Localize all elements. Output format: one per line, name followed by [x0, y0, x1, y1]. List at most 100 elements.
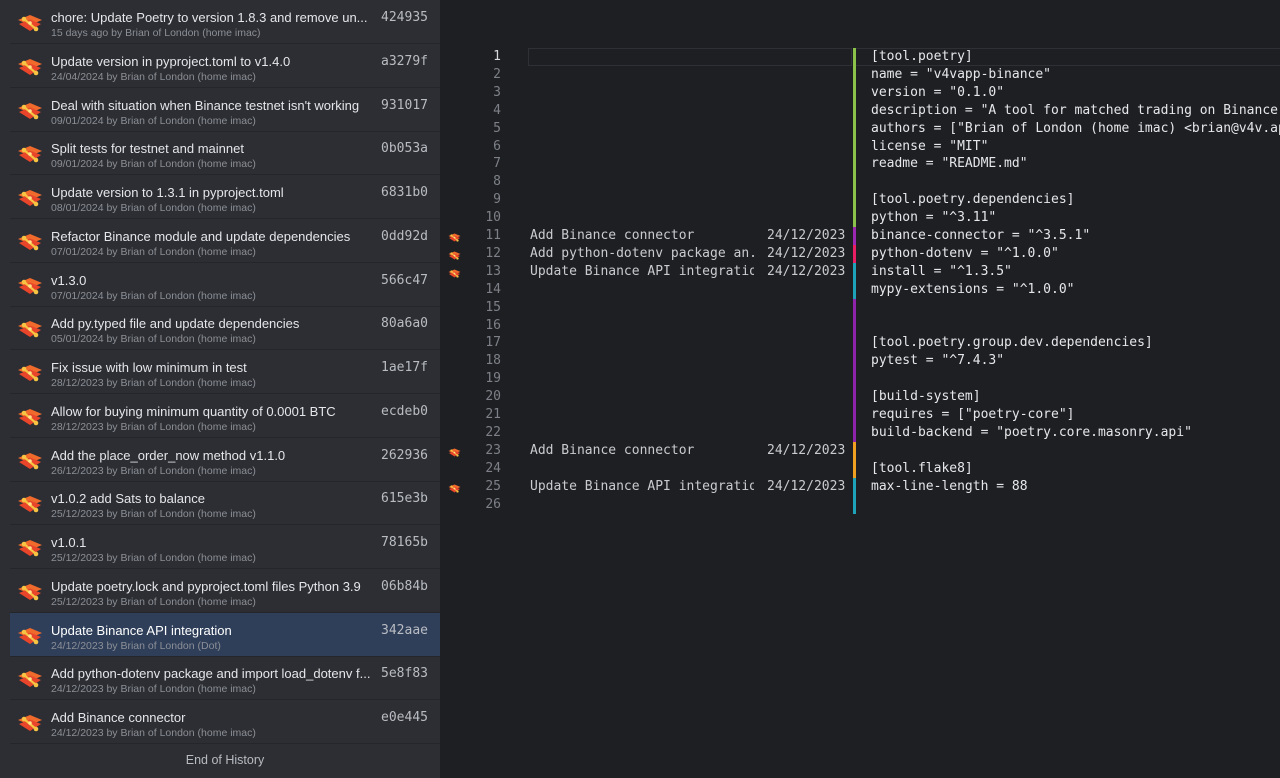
git-logo-icon [16, 406, 44, 428]
commit-message: v1.0.2 add Sats to balance [51, 491, 205, 507]
code-line[interactable]: 20 [build-system] [440, 388, 1280, 407]
code-line[interactable]: 23 Add Binance connector 24/12/2023 [440, 441, 1280, 460]
blame-message[interactable]: Update Binance API integration [530, 263, 754, 281]
commit-row[interactable]: Split tests for testnet and mainnet 09/01… [10, 131, 440, 176]
code-line[interactable]: 17 [tool.poetry.group.dev.dependencies] [440, 334, 1280, 353]
code-line[interactable]: 5 authors = ["Brian of London (home imac)… [440, 119, 1280, 138]
line-number: 7 [493, 156, 501, 172]
commit-row[interactable]: Update version to 1.3.1 in pyproject.tom… [10, 175, 440, 219]
blame-color-bar [853, 459, 856, 478]
line-number: 17 [485, 335, 501, 351]
commit-message: chore: Update Poetry to version 1.8.3 an… [51, 10, 368, 25]
commit-row[interactable]: v1.0.2 add Sats to balance 25/12/2023 by … [10, 481, 440, 526]
code-line[interactable]: 18 pytest = "^7.4.3" [440, 352, 1280, 371]
commit-row[interactable]: Update version in pyproject.toml to v1.4… [10, 44, 440, 88]
code-line[interactable]: 22 build-backend = "poetry.core.masonry.a… [440, 423, 1280, 442]
code-line[interactable]: 4 description = "A tool for matched tradi… [440, 101, 1280, 120]
code-text: python = "^3.11" [871, 210, 997, 226]
commit-sha: 78165b [381, 535, 428, 550]
commit-row[interactable]: Add the place_order_now method v1.1.0 26/… [10, 438, 440, 482]
code-line[interactable]: 25 Update Binance API integration 24/12/20… [440, 477, 1280, 496]
commit-row[interactable]: Deal with situation when Binance testnet… [10, 88, 440, 132]
code-line[interactable]: 12 Add python-dotenv package an... 24/12/2… [440, 244, 1280, 263]
line-number: 12 [485, 245, 501, 261]
commit-row[interactable]: Allow for buying minimum quantity of 0.0… [10, 394, 440, 438]
commit-sha: 615e3b [381, 491, 428, 507]
git-logo-icon [16, 537, 44, 559]
code-line[interactable]: 9 [tool.poetry.dependencies] [440, 191, 1280, 210]
commit-meta: 15 days ago by Brian of London (home ima… [51, 27, 261, 39]
blame-date: 24/12/2023 [767, 228, 846, 243]
code-line[interactable]: 8 [440, 173, 1280, 192]
git-logo-icon [16, 712, 44, 734]
blame-color-bar [853, 370, 856, 389]
code-line[interactable]: 24 [tool.flake8] [440, 459, 1280, 478]
line-number: 8 [493, 174, 501, 190]
commit-row[interactable]: Add Binance connector 24/12/2023 by Brian… [10, 700, 440, 744]
code-line[interactable]: 26 [440, 495, 1280, 514]
commit-meta: 26/12/2023 by Brian of London (home imac… [51, 464, 256, 477]
code-text: authors = ["Brian of London (home imac) … [871, 120, 1280, 136]
blame-message[interactable]: Add Binance connector [530, 442, 754, 460]
git-logo-icon [16, 100, 44, 122]
code-line[interactable]: 11 Add Binance connector 24/12/2023 binance… [440, 227, 1280, 245]
commit-sha: 0b053a [381, 141, 428, 157]
end-of-history-label: End of History [185, 753, 265, 767]
commit-meta: 25/12/2023 by Brian of London (home imac… [51, 595, 256, 608]
blame-color-bar [853, 209, 856, 228]
line-number: 26 [485, 496, 501, 512]
code-line[interactable]: 6 license = "MIT" [440, 137, 1280, 156]
code-line[interactable]: 3 version = "0.1.0" [440, 83, 1280, 102]
commit-message: Update poetry.lock and pyproject.toml fi… [51, 578, 361, 594]
blame-color-bar [853, 173, 856, 192]
code-line[interactable]: 7 readme = "README.md" [440, 155, 1280, 174]
commit-message: Add py.typed file and update dependencie… [51, 316, 300, 332]
blame-color-bar [853, 495, 856, 514]
commit-row[interactable]: Update Binance API integration 24/12/2023… [10, 612, 440, 657]
git-logo-icon [16, 362, 44, 384]
code-line[interactable]: 21 requires = ["poetry-core"] [440, 406, 1280, 424]
code-line[interactable]: 19 [440, 370, 1280, 389]
code-text: description = "A tool for matched tradin… [871, 102, 1280, 118]
commit-sha: ecdeb0 [381, 403, 428, 419]
commit-sha: 424935 [381, 10, 428, 25]
code-line[interactable]: 1 [tool.poetry] [440, 48, 1280, 66]
commit-sha: 566c47 [381, 272, 428, 288]
blame-color-bar [853, 477, 856, 496]
commit-message: Update version in pyproject.toml to v1.4… [51, 53, 291, 69]
line-number: 10 [485, 210, 501, 226]
commit-row[interactable]: v1.0.1 25/12/2023 by Brian of London (hom… [10, 525, 440, 569]
line-number: 21 [485, 407, 501, 422]
code-line[interactable]: 10 python = "^3.11" [440, 209, 1280, 228]
git-logo-icon [16, 143, 44, 165]
code-text: requires = ["poetry-core"] [871, 407, 1075, 422]
git-logo-icon [16, 275, 44, 297]
code-line[interactable]: 15 [440, 298, 1280, 317]
commit-sha: 342aae [381, 622, 428, 638]
line-number: 18 [485, 353, 501, 369]
code-line[interactable]: 2 name = "v4vapp-binance" [440, 65, 1280, 84]
commit-message: Add python-dotenv package and import loa… [51, 666, 371, 682]
code-line[interactable]: 14 mypy-extensions = "^1.0.0" [440, 280, 1280, 299]
commit-row[interactable]: Update poetry.lock and pyproject.toml fi… [10, 569, 440, 613]
blame-editor[interactable]: 1 [tool.poetry] 2 name = "v4vapp-binance" 3 v… [440, 0, 1280, 778]
blame-message[interactable]: Add python-dotenv package an... [530, 245, 754, 263]
code-line[interactable]: 16 [440, 316, 1280, 335]
commit-row[interactable]: Add python-dotenv package and import loa… [10, 656, 440, 701]
commit-sha: 262936 [381, 447, 428, 463]
blame-color-bar [853, 316, 856, 335]
git-logo-icon [16, 625, 44, 647]
commit-row[interactable]: Add py.typed file and update dependencie… [10, 306, 440, 351]
blame-message[interactable]: Add Binance connector [530, 227, 754, 245]
code-text: [tool.poetry.group.dev.dependencies] [871, 335, 1153, 351]
commit-row[interactable]: v1.3.0 07/01/2024 by Brian of London (hom… [10, 263, 440, 307]
line-number: 15 [485, 299, 501, 315]
code-text: build-backend = "poetry.core.masonry.api… [871, 424, 1192, 440]
blame-message[interactable]: Update Binance API integration [530, 478, 754, 496]
git-logo-icon [16, 231, 44, 253]
code-line[interactable]: 13 Update Binance API integration 24/12/20… [440, 262, 1280, 281]
git-logo-icon [16, 187, 44, 209]
commit-row[interactable]: Refactor Binance module and update depen… [10, 219, 440, 263]
commit-row[interactable]: chore: Update Poetry to version 1.8.3 an… [10, 0, 440, 44]
commit-row[interactable]: Fix issue with low minimum in test 28/12/… [10, 350, 440, 394]
